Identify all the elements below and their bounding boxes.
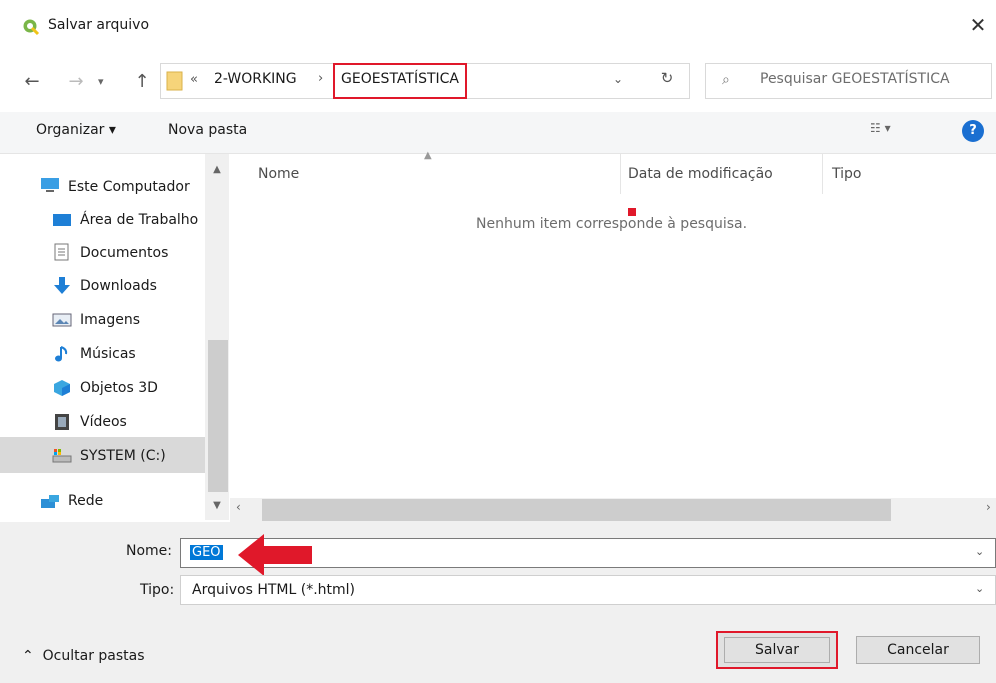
empty-state-message: Nenhum item corresponde à pesquisa.: [476, 216, 748, 232]
up-arrow-icon[interactable]: ↑: [128, 70, 156, 94]
back-arrow-icon[interactable]: ←: [18, 70, 46, 94]
3d-objects-icon: [52, 379, 72, 397]
cursor-marker: [628, 208, 636, 216]
nav-item-este-computador[interactable]: Este Computador: [68, 171, 190, 203]
scroll-down-icon[interactable]: ▼: [205, 500, 229, 516]
download-icon: [52, 277, 72, 295]
filetype-value[interactable]: Arquivos HTML (*.html): [192, 582, 355, 598]
qgis-icon: [23, 19, 40, 36]
scroll-left-icon[interactable]: ‹: [236, 500, 250, 518]
nav-item-objetos-3d[interactable]: Objetos 3D: [80, 372, 158, 404]
column-header-data[interactable]: Data de modificação: [628, 166, 773, 182]
nav-item-videos[interactable]: Vídeos: [80, 406, 127, 438]
search-icon: ⌕: [722, 72, 730, 88]
recent-locations-chevron-icon[interactable]: ▾: [98, 72, 114, 92]
sort-up-icon: ▲: [424, 150, 432, 161]
command-bar: [0, 112, 996, 154]
scroll-up-icon[interactable]: ▲: [205, 164, 229, 180]
videos-icon: [52, 413, 72, 431]
nav-scrollbar-thumb[interactable]: [208, 340, 228, 492]
nav-item-area-de-trabalho[interactable]: Área de Trabalho: [80, 204, 205, 236]
filetype-label: Tipo:: [140, 582, 175, 598]
scroll-right-icon[interactable]: ›: [986, 500, 996, 518]
drive-icon: [52, 447, 72, 465]
breadcrumb-item-current[interactable]: GEOESTATÍSTICA: [333, 63, 467, 99]
folder-icon: [166, 71, 183, 91]
computer-icon: [40, 176, 60, 194]
new-folder-button[interactable]: Nova pasta: [168, 122, 247, 138]
desktop-icon: [52, 211, 72, 229]
nav-item-downloads[interactable]: Downloads: [80, 270, 157, 302]
organize-button[interactable]: Organizar ▾: [36, 122, 116, 138]
search-placeholder: Pesquisar GEOESTATÍSTICA: [760, 71, 950, 87]
hide-folders-toggle[interactable]: ⌃ Ocultar pastas: [22, 648, 145, 664]
title-bar: [0, 0, 996, 48]
breadcrumb-item[interactable]: 2-WORKING: [214, 71, 297, 87]
network-icon: [40, 493, 60, 511]
document-icon: [52, 243, 72, 261]
breadcrumb-separator-icon[interactable]: ›: [318, 71, 323, 86]
column-header-tipo[interactable]: Tipo: [832, 166, 861, 182]
pictures-icon: [52, 311, 72, 329]
nav-item-imagens[interactable]: Imagens: [80, 304, 140, 336]
column-divider[interactable]: [620, 154, 621, 194]
hide-folders-label: Ocultar pastas: [42, 648, 145, 664]
help-icon[interactable]: ?: [962, 120, 984, 142]
view-options-icon[interactable]: ☷ ▾: [870, 121, 922, 141]
annotation-arrow-icon: [238, 534, 312, 576]
save-button[interactable]: Salvar: [724, 637, 830, 663]
filename-value[interactable]: GEO: [190, 545, 223, 560]
nav-item-musicas[interactable]: Músicas: [80, 338, 136, 370]
filename-dropdown-icon[interactable]: ⌄: [975, 545, 984, 558]
cancel-button[interactable]: Cancelar: [856, 636, 980, 664]
column-header-nome[interactable]: Nome: [258, 166, 299, 182]
nav-item-system-c[interactable]: SYSTEM (C:): [80, 440, 166, 472]
horizontal-scrollbar-thumb[interactable]: [262, 499, 891, 521]
close-button[interactable]: ✕: [960, 10, 996, 40]
forward-arrow-icon[interactable]: →: [62, 70, 90, 94]
refresh-icon[interactable]: ↻: [655, 69, 679, 93]
nav-item-documentos[interactable]: Documentos: [80, 237, 168, 269]
breadcrumb-overflow-icon[interactable]: «: [190, 72, 198, 87]
column-divider[interactable]: [822, 154, 823, 194]
nav-item-rede[interactable]: Rede: [68, 485, 103, 517]
filename-label: Nome:: [126, 543, 173, 559]
chevron-up-icon: ⌃: [22, 648, 43, 664]
address-dropdown-icon[interactable]: ⌄: [606, 72, 630, 92]
window-title: Salvar arquivo: [48, 17, 150, 33]
music-icon: [52, 345, 72, 363]
filetype-dropdown-icon[interactable]: ⌄: [975, 582, 984, 595]
